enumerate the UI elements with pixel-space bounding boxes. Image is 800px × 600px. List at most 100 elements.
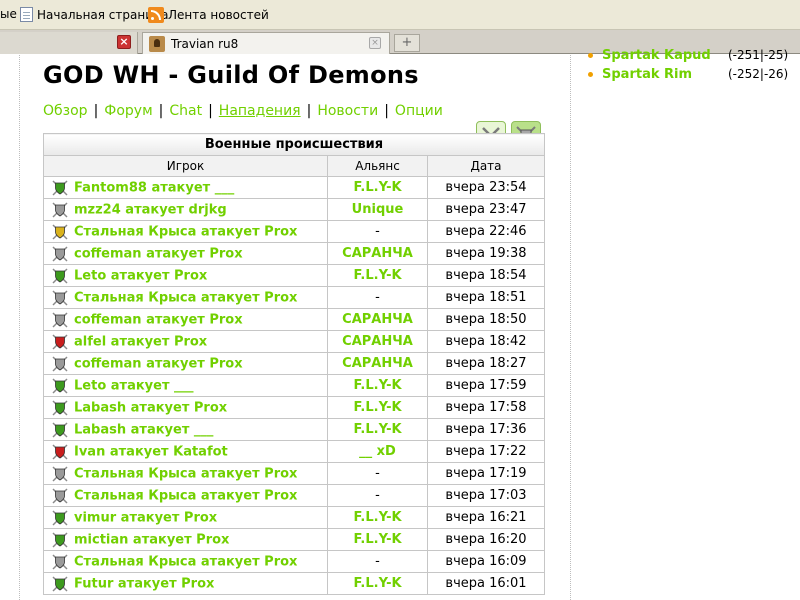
bullet-icon bbox=[588, 72, 593, 77]
close-icon[interactable]: × bbox=[369, 37, 381, 49]
column-header-date: Дата bbox=[427, 155, 545, 177]
attack-report-link[interactable]: Leto атакует Prox bbox=[74, 268, 207, 283]
nav-attacks[interactable]: Нападения bbox=[219, 103, 301, 119]
column-header-alliance: Альянс bbox=[327, 155, 428, 177]
village-name[interactable]: Spartak Rim bbox=[602, 67, 692, 82]
bookmark-home-page[interactable]: Начальная страница bbox=[20, 7, 169, 22]
nav-separator: | bbox=[158, 103, 164, 119]
alliance-cell[interactable]: F.L.Y-K bbox=[327, 264, 428, 287]
attack-report-link[interactable]: vimur атакует Prox bbox=[74, 510, 217, 525]
nav-forum[interactable]: Форум bbox=[104, 103, 152, 119]
date-cell: вчера 17:19 bbox=[427, 462, 545, 485]
player-cell: mictian атакует Prox bbox=[43, 528, 328, 551]
attack-report-link[interactable]: Labash атакует ___ bbox=[74, 422, 213, 437]
attack-report-link[interactable]: Стальная Крыса атакует Prox bbox=[74, 290, 297, 305]
attack-report-link[interactable]: Стальная Крыса атакует Prox bbox=[74, 466, 297, 481]
attack-report-link[interactable]: mzz24 атакует drjkg bbox=[74, 202, 227, 217]
yellow-shield-icon bbox=[52, 223, 68, 240]
bookmark-news-feed[interactable]: Лента новостей bbox=[148, 7, 269, 23]
close-icon[interactable]: × bbox=[117, 35, 131, 49]
attack-report-link[interactable]: mictian атакует Prox bbox=[74, 532, 229, 547]
divider bbox=[570, 55, 571, 600]
player-cell: Стальная Крыса атакует Prox bbox=[43, 484, 328, 507]
table-row: vimur атакует Prox F.L.Y-K вчера 16:21 bbox=[43, 506, 545, 529]
gray-shield-icon bbox=[52, 355, 68, 372]
alliance-cell[interactable]: __ xD bbox=[327, 440, 428, 463]
alliance-cell[interactable]: САРАНЧА bbox=[327, 330, 428, 353]
date-cell: вчера 16:20 bbox=[427, 528, 545, 551]
alliance-cell[interactable]: F.L.Y-K bbox=[327, 572, 428, 595]
nav-overview[interactable]: Обзор bbox=[43, 103, 88, 119]
gray-shield-icon bbox=[52, 289, 68, 306]
table-row: coffeman атакует Prox САРАНЧА вчера 18:27 bbox=[43, 352, 545, 375]
date-cell: вчера 16:21 bbox=[427, 506, 545, 529]
alliance-cell[interactable]: F.L.Y-K bbox=[327, 374, 428, 397]
bookmark-partial[interactable]: ые bbox=[0, 7, 17, 21]
alliance-cell[interactable]: САРАНЧА bbox=[327, 308, 428, 331]
table-row: Leto атакует ___ F.L.Y-K вчера 17:59 bbox=[43, 374, 545, 397]
alliance-cell[interactable]: САРАНЧА bbox=[327, 242, 428, 265]
table-row: Стальная Крыса атакует Prox - вчера 17:03 bbox=[43, 484, 545, 507]
alliance-cell: - bbox=[327, 550, 428, 573]
alliance-cell[interactable]: F.L.Y-K bbox=[327, 176, 428, 199]
green-shield-icon bbox=[52, 531, 68, 548]
alliance-cell[interactable]: F.L.Y-K bbox=[327, 396, 428, 419]
sidebar-village[interactable]: Spartak Kapud (-251|-25) bbox=[588, 48, 788, 63]
nav-options[interactable]: Опции bbox=[395, 103, 443, 119]
sidebar-village[interactable]: Spartak Rim (-252|-26) bbox=[588, 67, 788, 82]
date-cell: вчера 18:51 bbox=[427, 286, 545, 309]
alliance-cell[interactable]: САРАНЧА bbox=[327, 352, 428, 375]
gray-shield-icon bbox=[52, 487, 68, 504]
table-row: Labash атакует Prox F.L.Y-K вчера 17:58 bbox=[43, 396, 545, 419]
table-row: Стальная Крыса атакует Prox - вчера 16:09 bbox=[43, 550, 545, 573]
attack-report-link[interactable]: Стальная Крыса атакует Prox bbox=[74, 224, 297, 239]
attack-report-link[interactable]: Ivan атакует Katafot bbox=[74, 444, 228, 459]
attack-report-link[interactable]: coffeman атакует Prox bbox=[74, 312, 243, 327]
alliance-cell[interactable]: Unique bbox=[327, 198, 428, 221]
nav-separator: | bbox=[93, 103, 99, 119]
alliance-cell[interactable]: F.L.Y-K bbox=[327, 528, 428, 551]
player-cell: coffeman атакует Prox bbox=[43, 352, 328, 375]
date-cell: вчера 18:27 bbox=[427, 352, 545, 375]
attack-report-link[interactable]: Стальная Крыса атакует Prox bbox=[74, 554, 297, 569]
player-cell: Futur атакует Prox bbox=[43, 572, 328, 595]
date-cell: вчера 18:42 bbox=[427, 330, 545, 353]
green-shield-icon bbox=[52, 575, 68, 592]
alliance-cell: - bbox=[327, 220, 428, 243]
attack-report-link[interactable]: Стальная Крыса атакует Prox bbox=[74, 488, 297, 503]
rss-icon bbox=[148, 7, 164, 23]
player-cell: Labash атакует Prox bbox=[43, 396, 328, 419]
nav-news[interactable]: Новости bbox=[317, 103, 378, 119]
nav-chat[interactable]: Chat bbox=[169, 103, 202, 119]
table-row: alfel атакует Prox САРАНЧА вчера 18:42 bbox=[43, 330, 545, 353]
gray-shield-icon bbox=[52, 245, 68, 262]
attack-report-link[interactable]: coffeman атакует Prox bbox=[74, 246, 243, 261]
green-shield-icon bbox=[52, 399, 68, 416]
alliance-cell[interactable]: F.L.Y-K bbox=[327, 506, 428, 529]
nav-separator: | bbox=[208, 103, 213, 119]
player-cell: Стальная Крыса атакует Prox bbox=[43, 286, 328, 309]
red-shield-icon bbox=[52, 443, 68, 460]
green-shield-icon bbox=[52, 267, 68, 284]
tab-travian[interactable]: Travian ru8 × bbox=[142, 32, 390, 54]
alliance-cell[interactable]: F.L.Y-K bbox=[327, 418, 428, 441]
nav-separator: | bbox=[384, 103, 389, 119]
village-name[interactable]: Spartak Kapud bbox=[602, 48, 711, 63]
date-cell: вчера 17:36 bbox=[427, 418, 545, 441]
attack-report-link[interactable]: Fantom88 атакует ___ bbox=[74, 180, 234, 195]
war-events-table: Военные происшествия Игрок Альянс Дата F… bbox=[43, 133, 545, 595]
date-cell: вчера 16:01 bbox=[427, 572, 545, 595]
alliance-cell: - bbox=[327, 286, 428, 309]
table-row: Стальная Крыса атакует Prox - вчера 22:46 bbox=[43, 220, 545, 243]
bookmarks-bar: ые Начальная страница Лента новостей bbox=[0, 0, 800, 30]
attack-report-link[interactable]: Futur атакует Prox bbox=[74, 576, 214, 591]
tab-previous[interactable]: × bbox=[0, 32, 138, 54]
new-tab-button[interactable]: + bbox=[394, 34, 420, 52]
table-row: Ivan атакует Katafot __ xD вчера 17:22 bbox=[43, 440, 545, 463]
attack-report-link[interactable]: alfel атакует Prox bbox=[74, 334, 207, 349]
gray-shield-icon bbox=[52, 201, 68, 218]
attack-report-link[interactable]: Leto атакует ___ bbox=[74, 378, 194, 393]
attack-report-link[interactable]: Labash атакует Prox bbox=[74, 400, 227, 415]
attack-report-link[interactable]: coffeman атакует Prox bbox=[74, 356, 243, 371]
bullet-icon bbox=[588, 53, 593, 58]
